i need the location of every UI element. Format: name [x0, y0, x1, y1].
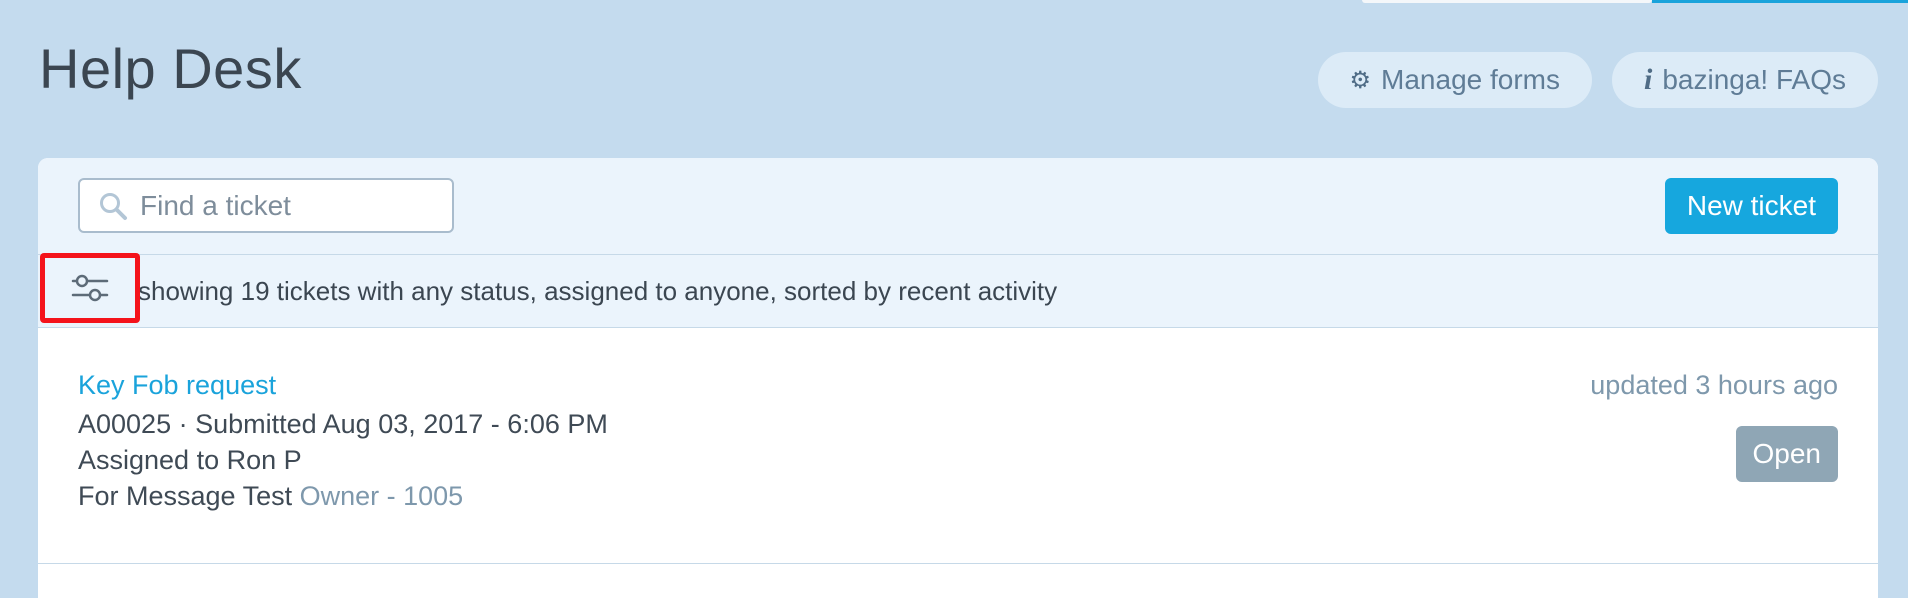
gear-icon: ⚙ — [1349, 66, 1372, 94]
ticket-assignee: Assigned to Ron P — [78, 445, 302, 475]
top-nav-active-segment — [1652, 0, 1908, 3]
ticket-title-link[interactable]: Key Fob request — [78, 370, 276, 401]
ticket-for: For Message Test Owner - 1005 — [78, 478, 608, 514]
faqs-label: bazinga! FAQs — [1662, 64, 1846, 95]
manage-forms-label: Manage forms — [1381, 64, 1560, 95]
status-badge: Open — [1735, 426, 1838, 482]
page-title: Help Desk — [39, 37, 302, 100]
filter-bar: showing 19 tickets with any status, assi… — [38, 253, 1878, 328]
ticket-for-prefix: For Message Test — [78, 481, 293, 511]
sliders-icon — [71, 274, 109, 302]
ticket-updated-time: updated 3 hours ago — [1590, 370, 1838, 400]
ticket-row: Key Fob request updated 3 hours ago A000… — [38, 328, 1878, 564]
faqs-button[interactable]: i bazinga! FAQs — [1612, 52, 1878, 108]
filter-toggle-button[interactable] — [40, 253, 140, 323]
header-actions: ⚙ Manage forms i bazinga! FAQs — [1317, 52, 1878, 108]
search-box[interactable] — [78, 178, 454, 233]
tickets-card: New ticket showing 19 tickets with any s… — [38, 158, 1878, 598]
ticket-toolbar: New ticket — [38, 158, 1878, 255]
search-input[interactable] — [138, 188, 432, 223]
search-icon — [100, 192, 127, 220]
ticket-owner-link[interactable]: Owner - 1005 — [300, 481, 464, 511]
ticket-id-submitted: A00025 · Submitted Aug 03, 2017 - 6:06 P… — [78, 409, 608, 439]
manage-forms-button[interactable]: ⚙ Manage forms — [1317, 52, 1592, 108]
new-ticket-button[interactable]: New ticket — [1664, 178, 1838, 234]
filter-summary: showing 19 tickets with any status, assi… — [138, 275, 1058, 306]
ticket-meta: A00025 · Submitted Aug 03, 2017 - 6:06 P… — [78, 406, 608, 514]
top-nav-segment — [1362, 0, 1652, 3]
info-icon: i — [1644, 63, 1653, 96]
